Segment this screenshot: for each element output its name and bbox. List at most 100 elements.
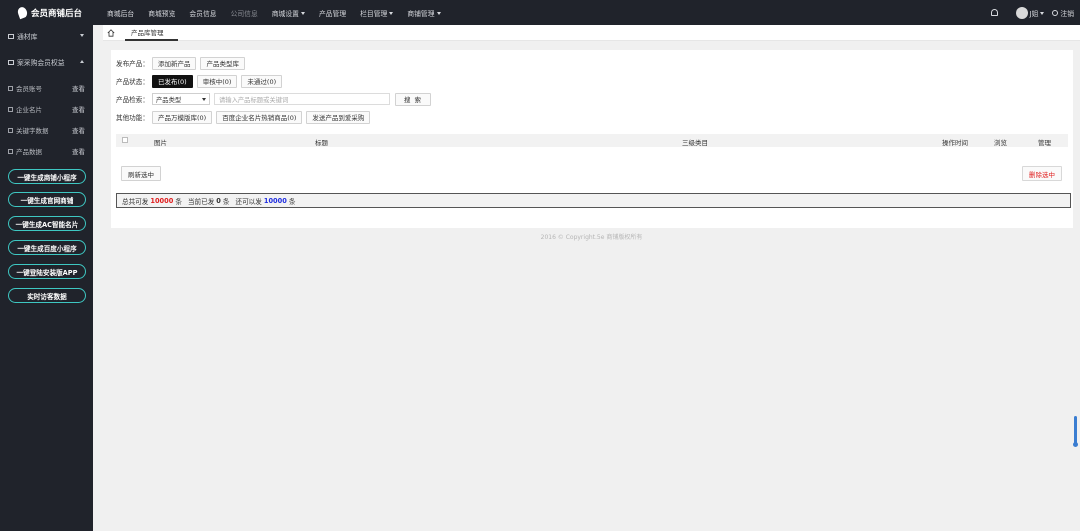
avatar[interactable] (1015, 6, 1028, 19)
column-views: 浏览 (994, 139, 1007, 147)
sidebar-group-materials[interactable]: 通材库 (0, 25, 93, 47)
nav-mall-settings-label: 商城设置 (271, 9, 299, 18)
nav-mall-settings[interactable]: 商城设置 (272, 8, 305, 18)
bell-icon[interactable] (990, 9, 998, 16)
nav-shop-management[interactable]: 商铺管理 (407, 8, 441, 18)
view-link[interactable]: 查看 (72, 146, 85, 156)
search-label: 产品检索： (116, 96, 149, 104)
table-header: 图片 标题 三级类目 操作时间 浏览 管理 (116, 134, 1068, 147)
unit-text: 条 (222, 197, 230, 206)
sidebar-group-label: 案采购会员权益 (17, 59, 65, 67)
product-type-library-button[interactable]: 产品类型库 (200, 56, 245, 70)
add-product-button[interactable]: 添加新产品 (151, 56, 197, 70)
power-icon[interactable] (1052, 9, 1059, 16)
nav-product-management[interactable]: 产品管理 (319, 8, 346, 18)
other-label: 其他功能： (116, 114, 149, 122)
view-link[interactable]: 查看 (72, 83, 85, 93)
chevron-down-icon (300, 12, 305, 15)
nav-member-info[interactable]: 会员信息 (189, 8, 216, 18)
other-functions-row: 其他功能： 产品万模版库(0) 百度企业名片热销商品(0) 发送产品到爱采购 (116, 110, 374, 124)
sidebar-group-member-rights[interactable]: 案采购会员权益 (0, 51, 93, 73)
gen-baidu-program-button[interactable]: 一键生成百度小程序 (8, 240, 86, 255)
user-name: J姐 (1029, 9, 1039, 18)
sidebar-item-label: 企业名片 (16, 106, 42, 114)
nav-mall-preview[interactable]: 商城预览 (148, 8, 175, 18)
status-reviewing-button[interactable]: 审核中(0) (196, 74, 238, 88)
sidebar-item-label: 关键字数据 (16, 127, 49, 135)
current-label: 当前已发 (187, 197, 215, 206)
column-time: 操作时间 (942, 139, 968, 147)
top-bar: 会员商铺后台 商城后台 商城预览 会员信息 公司信息 商城设置 产品管理 栏目管… (0, 0, 1080, 25)
search-input[interactable]: 请输入产品标题或关键词 (213, 93, 390, 105)
sidebar-item-keyword-data[interactable]: 关键字数据 查看 (0, 120, 93, 140)
status-rejected-button[interactable]: 未通过(0) (241, 74, 283, 88)
sidebar-item-label: 会员账号 (16, 85, 42, 93)
current-value: 0 (216, 196, 221, 205)
column-manage: 管理 (1038, 139, 1051, 147)
logout-link[interactable]: 注销 (1060, 8, 1074, 18)
column-category: 三级类目 (682, 139, 708, 147)
total-label: 总共可发 (122, 197, 149, 206)
column-title: 标题 (315, 139, 328, 147)
status-published-button[interactable]: 已发布(0) (151, 74, 193, 88)
send-to-aicaigou-button[interactable]: 发送产品到爱采购 (306, 110, 371, 124)
scrollbar-knob[interactable] (1073, 442, 1078, 447)
list-icon (8, 148, 13, 154)
status-row: 产品状态： 已发布(0) 审核中(0) 未通过(0) (116, 74, 286, 88)
view-link[interactable]: 查看 (72, 104, 85, 114)
chevron-down-icon (436, 12, 441, 15)
list-icon (8, 127, 13, 133)
sidebar-group-label: 通材库 (17, 33, 38, 41)
gen-ai-card-button[interactable]: 一键生成AC智能名片 (8, 216, 86, 231)
tab-product-library[interactable]: 产品库管理 (125, 25, 178, 41)
unit-text: 条 (175, 197, 182, 206)
top-nav: 商城后台 商城预览 会员信息 公司信息 商城设置 产品管理 栏目管理 商铺管理 (107, 0, 455, 25)
remain-value: 10000 (263, 196, 287, 205)
publish-row: 发布产品： 添加新产品 产品类型库 (116, 56, 249, 70)
remain-label: 还可以发 (235, 197, 262, 206)
unit-text: 条 (288, 197, 296, 206)
leaf-logo-icon (16, 5, 29, 20)
delete-selected-button[interactable]: 删除选中 (1022, 166, 1062, 181)
total-value: 10000 (150, 196, 174, 205)
baidu-hot-products-button[interactable]: 百度企业名片热销商品(0) (216, 110, 303, 124)
search-row: 产品检索： 产品类型 请输入产品标题或关键词 搜 索 (116, 92, 435, 106)
nav-column-management-label: 栏目管理 (360, 9, 388, 18)
view-link[interactable]: 查看 (72, 125, 85, 135)
column-image: 图片 (154, 139, 167, 147)
product-type-select[interactable]: 产品类型 (151, 93, 210, 105)
product-panel: 发布产品： 添加新产品 产品类型库 产品状态： 已发布(0) 审核中(0) 未通… (111, 50, 1073, 228)
home-icon[interactable] (103, 25, 119, 41)
refresh-selected-button[interactable]: 刷新选中 (121, 166, 161, 181)
chevron-down-icon (1040, 12, 1045, 15)
select-all-checkbox[interactable] (122, 137, 128, 143)
status-label: 产品状态： (116, 78, 149, 86)
list-icon (8, 106, 13, 112)
folder-icon (8, 59, 14, 65)
nav-company-info[interactable]: 公司信息 (231, 8, 258, 18)
search-button[interactable]: 搜 索 (394, 92, 432, 106)
chevron-up-icon (80, 60, 84, 63)
sidebar-item-product-data[interactable]: 产品数据 查看 (0, 141, 93, 161)
app-title: 会员商铺后台 (31, 8, 83, 19)
app-logo[interactable]: 会员商铺后台 (0, 0, 93, 25)
tab-bar: 产品库管理 (103, 25, 1080, 41)
chevron-down-icon (80, 34, 84, 37)
sidebar-item-business-card[interactable]: 企业名片 查看 (0, 99, 93, 119)
nav-column-management[interactable]: 栏目管理 (360, 8, 394, 18)
gen-mini-program-button[interactable]: 一键生成商铺小程序 (8, 169, 86, 184)
gen-website-button[interactable]: 一键生成官网商铺 (8, 192, 86, 207)
publish-label: 发布产品： (116, 60, 149, 68)
sidebar: 通材库 案采购会员权益 会员账号 查看 企业名片 查看 关键字数据 查看 产品数… (0, 25, 93, 531)
template-library-button[interactable]: 产品万模版库(0) (151, 110, 213, 124)
install-app-button[interactable]: 一键登陆安装版APP (8, 264, 86, 279)
product-type-select-value: 产品类型 (155, 96, 182, 104)
sidebar-item-member-account[interactable]: 会员账号 查看 (0, 78, 93, 98)
chevron-down-icon (201, 97, 206, 101)
chevron-down-icon (389, 12, 394, 15)
folder-icon (8, 33, 14, 39)
visitor-data-button[interactable]: 实时访客数据 (8, 288, 86, 303)
nav-mall-backend[interactable]: 商城后台 (107, 8, 134, 18)
user-menu[interactable]: J姐 (1030, 8, 1045, 18)
copyright: 2016 © Copyright.5e 商铺版权所有 (540, 234, 643, 241)
